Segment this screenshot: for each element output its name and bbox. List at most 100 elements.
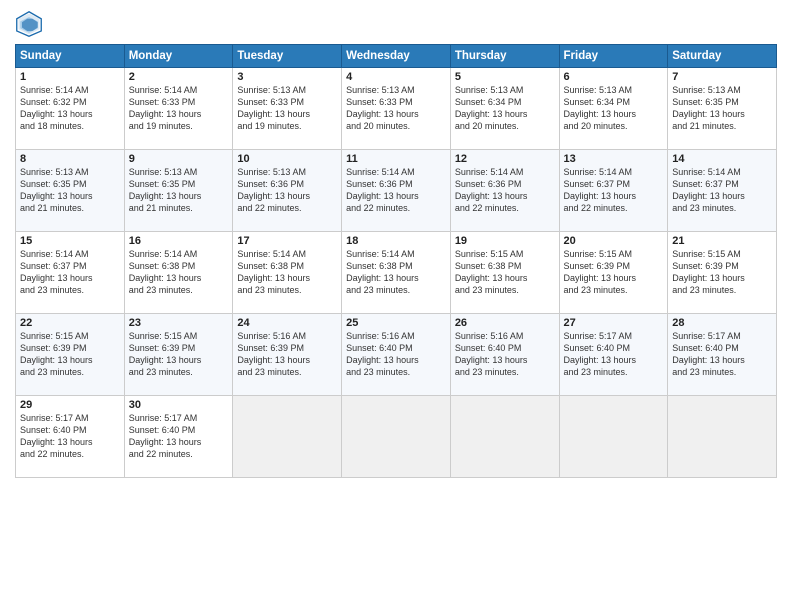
calendar-cell: 14Sunrise: 5:14 AM Sunset: 6:37 PM Dayli…: [668, 150, 777, 232]
calendar-cell: [342, 396, 451, 478]
calendar-cell: 17Sunrise: 5:14 AM Sunset: 6:38 PM Dayli…: [233, 232, 342, 314]
day-number: 30: [129, 399, 229, 411]
day-number: 26: [455, 317, 555, 329]
day-number: 4: [346, 71, 446, 83]
calendar-cell: [450, 396, 559, 478]
calendar-cell: 19Sunrise: 5:15 AM Sunset: 6:38 PM Dayli…: [450, 232, 559, 314]
cell-info: Sunrise: 5:13 AM Sunset: 6:35 PM Dayligh…: [129, 166, 229, 215]
calendar-cell: 21Sunrise: 5:15 AM Sunset: 6:39 PM Dayli…: [668, 232, 777, 314]
cell-info: Sunrise: 5:16 AM Sunset: 6:40 PM Dayligh…: [455, 330, 555, 379]
weekday-friday: Friday: [559, 45, 668, 68]
week-row-3: 15Sunrise: 5:14 AM Sunset: 6:37 PM Dayli…: [16, 232, 777, 314]
calendar-cell: 8Sunrise: 5:13 AM Sunset: 6:35 PM Daylig…: [16, 150, 125, 232]
day-number: 14: [672, 153, 772, 165]
cell-info: Sunrise: 5:14 AM Sunset: 6:38 PM Dayligh…: [129, 248, 229, 297]
weekday-sunday: Sunday: [16, 45, 125, 68]
day-number: 23: [129, 317, 229, 329]
day-number: 11: [346, 153, 446, 165]
day-number: 7: [672, 71, 772, 83]
weekday-monday: Monday: [124, 45, 233, 68]
calendar-cell: 29Sunrise: 5:17 AM Sunset: 6:40 PM Dayli…: [16, 396, 125, 478]
cell-info: Sunrise: 5:14 AM Sunset: 6:38 PM Dayligh…: [346, 248, 446, 297]
calendar-cell: 26Sunrise: 5:16 AM Sunset: 6:40 PM Dayli…: [450, 314, 559, 396]
cell-info: Sunrise: 5:13 AM Sunset: 6:33 PM Dayligh…: [346, 84, 446, 133]
day-number: 16: [129, 235, 229, 247]
calendar-cell: 11Sunrise: 5:14 AM Sunset: 6:36 PM Dayli…: [342, 150, 451, 232]
logo-icon: [15, 10, 43, 38]
cell-info: Sunrise: 5:14 AM Sunset: 6:38 PM Dayligh…: [237, 248, 337, 297]
cell-info: Sunrise: 5:14 AM Sunset: 6:36 PM Dayligh…: [455, 166, 555, 215]
calendar-cell: 16Sunrise: 5:14 AM Sunset: 6:38 PM Dayli…: [124, 232, 233, 314]
day-number: 22: [20, 317, 120, 329]
day-number: 17: [237, 235, 337, 247]
day-number: 12: [455, 153, 555, 165]
calendar-page: SundayMondayTuesdayWednesdayThursdayFrid…: [0, 0, 792, 612]
calendar-cell: 12Sunrise: 5:14 AM Sunset: 6:36 PM Dayli…: [450, 150, 559, 232]
calendar-cell: 13Sunrise: 5:14 AM Sunset: 6:37 PM Dayli…: [559, 150, 668, 232]
cell-info: Sunrise: 5:13 AM Sunset: 6:36 PM Dayligh…: [237, 166, 337, 215]
weekday-row: SundayMondayTuesdayWednesdayThursdayFrid…: [16, 45, 777, 68]
day-number: 19: [455, 235, 555, 247]
week-row-2: 8Sunrise: 5:13 AM Sunset: 6:35 PM Daylig…: [16, 150, 777, 232]
cell-info: Sunrise: 5:15 AM Sunset: 6:39 PM Dayligh…: [20, 330, 120, 379]
day-number: 27: [564, 317, 664, 329]
day-number: 2: [129, 71, 229, 83]
calendar-cell: 2Sunrise: 5:14 AM Sunset: 6:33 PM Daylig…: [124, 68, 233, 150]
week-row-1: 1Sunrise: 5:14 AM Sunset: 6:32 PM Daylig…: [16, 68, 777, 150]
cell-info: Sunrise: 5:13 AM Sunset: 6:34 PM Dayligh…: [564, 84, 664, 133]
day-number: 8: [20, 153, 120, 165]
calendar-cell: 23Sunrise: 5:15 AM Sunset: 6:39 PM Dayli…: [124, 314, 233, 396]
cell-info: Sunrise: 5:13 AM Sunset: 6:33 PM Dayligh…: [237, 84, 337, 133]
cell-info: Sunrise: 5:16 AM Sunset: 6:40 PM Dayligh…: [346, 330, 446, 379]
calendar-cell: 18Sunrise: 5:14 AM Sunset: 6:38 PM Dayli…: [342, 232, 451, 314]
week-row-4: 22Sunrise: 5:15 AM Sunset: 6:39 PM Dayli…: [16, 314, 777, 396]
cell-info: Sunrise: 5:15 AM Sunset: 6:39 PM Dayligh…: [129, 330, 229, 379]
cell-info: Sunrise: 5:17 AM Sunset: 6:40 PM Dayligh…: [20, 412, 120, 461]
cell-info: Sunrise: 5:14 AM Sunset: 6:32 PM Dayligh…: [20, 84, 120, 133]
cell-info: Sunrise: 5:15 AM Sunset: 6:39 PM Dayligh…: [564, 248, 664, 297]
calendar-cell: 25Sunrise: 5:16 AM Sunset: 6:40 PM Dayli…: [342, 314, 451, 396]
week-row-5: 29Sunrise: 5:17 AM Sunset: 6:40 PM Dayli…: [16, 396, 777, 478]
calendar-cell: 9Sunrise: 5:13 AM Sunset: 6:35 PM Daylig…: [124, 150, 233, 232]
cell-info: Sunrise: 5:15 AM Sunset: 6:38 PM Dayligh…: [455, 248, 555, 297]
logo: [15, 10, 47, 38]
cell-info: Sunrise: 5:14 AM Sunset: 6:37 PM Dayligh…: [672, 166, 772, 215]
calendar-cell: 3Sunrise: 5:13 AM Sunset: 6:33 PM Daylig…: [233, 68, 342, 150]
calendar-cell: 7Sunrise: 5:13 AM Sunset: 6:35 PM Daylig…: [668, 68, 777, 150]
calendar-cell: 28Sunrise: 5:17 AM Sunset: 6:40 PM Dayli…: [668, 314, 777, 396]
day-number: 15: [20, 235, 120, 247]
cell-info: Sunrise: 5:14 AM Sunset: 6:37 PM Dayligh…: [20, 248, 120, 297]
day-number: 6: [564, 71, 664, 83]
day-number: 13: [564, 153, 664, 165]
day-number: 20: [564, 235, 664, 247]
page-header: [15, 10, 777, 38]
calendar-table: SundayMondayTuesdayWednesdayThursdayFrid…: [15, 44, 777, 478]
day-number: 29: [20, 399, 120, 411]
calendar-body: 1Sunrise: 5:14 AM Sunset: 6:32 PM Daylig…: [16, 68, 777, 478]
calendar-cell: 10Sunrise: 5:13 AM Sunset: 6:36 PM Dayli…: [233, 150, 342, 232]
day-number: 3: [237, 71, 337, 83]
cell-info: Sunrise: 5:16 AM Sunset: 6:39 PM Dayligh…: [237, 330, 337, 379]
cell-info: Sunrise: 5:13 AM Sunset: 6:34 PM Dayligh…: [455, 84, 555, 133]
day-number: 1: [20, 71, 120, 83]
calendar-cell: [559, 396, 668, 478]
day-number: 9: [129, 153, 229, 165]
day-number: 28: [672, 317, 772, 329]
cell-info: Sunrise: 5:13 AM Sunset: 6:35 PM Dayligh…: [672, 84, 772, 133]
day-number: 10: [237, 153, 337, 165]
calendar-cell: 30Sunrise: 5:17 AM Sunset: 6:40 PM Dayli…: [124, 396, 233, 478]
calendar-cell: 24Sunrise: 5:16 AM Sunset: 6:39 PM Dayli…: [233, 314, 342, 396]
calendar-cell: 6Sunrise: 5:13 AM Sunset: 6:34 PM Daylig…: [559, 68, 668, 150]
calendar-cell: [668, 396, 777, 478]
calendar-cell: 22Sunrise: 5:15 AM Sunset: 6:39 PM Dayli…: [16, 314, 125, 396]
cell-info: Sunrise: 5:13 AM Sunset: 6:35 PM Dayligh…: [20, 166, 120, 215]
day-number: 18: [346, 235, 446, 247]
calendar-cell: 20Sunrise: 5:15 AM Sunset: 6:39 PM Dayli…: [559, 232, 668, 314]
cell-info: Sunrise: 5:17 AM Sunset: 6:40 PM Dayligh…: [129, 412, 229, 461]
cell-info: Sunrise: 5:14 AM Sunset: 6:33 PM Dayligh…: [129, 84, 229, 133]
calendar-header: SundayMondayTuesdayWednesdayThursdayFrid…: [16, 45, 777, 68]
day-number: 5: [455, 71, 555, 83]
calendar-cell: 1Sunrise: 5:14 AM Sunset: 6:32 PM Daylig…: [16, 68, 125, 150]
cell-info: Sunrise: 5:14 AM Sunset: 6:37 PM Dayligh…: [564, 166, 664, 215]
calendar-cell: 5Sunrise: 5:13 AM Sunset: 6:34 PM Daylig…: [450, 68, 559, 150]
